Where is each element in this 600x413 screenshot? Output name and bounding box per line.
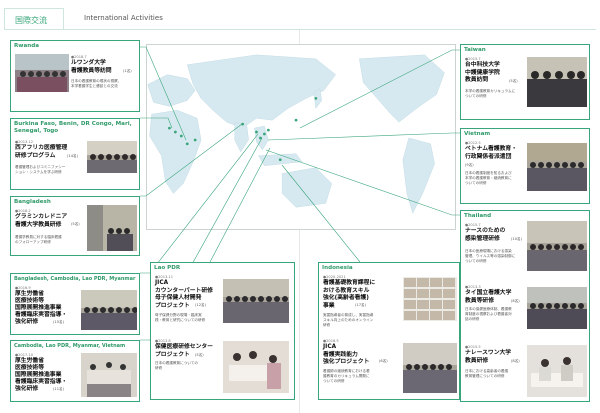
activity-photo (527, 345, 587, 397)
activity-description: 日本の保健医療体制、看護教 育制度の視察および看護者対 話の研修 (465, 307, 512, 321)
map-asia (186, 54, 336, 129)
activity-date: ●2015.7 (465, 223, 481, 227)
activity-title: 台中科技大学 中護健康学院 教員訪問 (465, 62, 500, 84)
activity-date: ●2012.5 (465, 141, 481, 145)
activity-description: 看護師の継続教育における看 護教育のカリキュラム開発に ついての研修 (323, 369, 370, 383)
participant-count: (5名) (71, 222, 80, 226)
participant-count: (5名) (195, 353, 204, 357)
activity-date: ●2018.2 (15, 209, 31, 213)
card-thailand: Thailand ●2015.7 ナースのための 感染管理研修 (10名) 日本… (460, 210, 590, 402)
activity-photo (527, 287, 587, 329)
card-bangladesh-cambodia-lao-myanmar: Bangladesh, Cambodia, Lao PDR, Myanmar ●… (10, 273, 140, 335)
activity-photo (527, 57, 587, 107)
activity-description: 日本の看護制度を知るおよび 本学の看護教育・継続教育に ついての研修 (465, 171, 512, 185)
activity-title: ベトナム看護教育・ 行政関係者派遣団 (465, 146, 517, 160)
card-cambodia-lao-myanmar-vietnam: Cambodia, Lao PDR, Myanmar, Vietnam ●201… (10, 340, 140, 402)
world-map-graphic (147, 54, 445, 214)
activity-photo (15, 54, 69, 92)
activity-photo (527, 221, 587, 271)
activity-title: タイ国立看護大学 教員等研修 (465, 290, 512, 304)
activity-photo (81, 353, 137, 397)
activity-date: ●2017.10 (15, 353, 33, 357)
activity-description: 実習指導者の育成し、実習指導 スキル向上のためのオンライン 研修 (323, 313, 374, 327)
activity-date: ●2015.5 (465, 345, 481, 349)
card-taiwan: Taiwan ●2015.7 台中科技大学 中護健康学院 教員訪問 (5名) 本… (460, 44, 590, 120)
map-south-america (402, 137, 435, 214)
activity-date: ●2020-2021 (323, 275, 346, 279)
activity-date: ●2013.12 (15, 140, 33, 144)
activity-date: ●2016.9 (15, 286, 31, 290)
activity-date: ●2013.8 (155, 339, 171, 343)
activity-date: ●2013.3 (465, 285, 481, 289)
map-india (234, 121, 249, 153)
participant-count: (1名) (123, 69, 132, 73)
country-name: Indonesia (322, 265, 353, 271)
activity-photo (81, 290, 137, 330)
activity-title: 保健医療研修センター プロジェクト (155, 344, 213, 358)
participant-count: (14名) (67, 154, 78, 158)
world-map (146, 44, 456, 230)
header-title-en: International Activities (84, 14, 163, 22)
activity-description: 看護学教員に対する臨床看護 のフォローアップ研修 (15, 235, 62, 244)
activity-description: 母子保健分野の現場・臨床実 践・教育と研究についての研修 (155, 313, 206, 322)
participant-count: (6名) (379, 359, 388, 363)
activity-title: ナレースワン大学 教員研修 (465, 350, 512, 364)
card-lao-pdr: Lao PDR ●2013.11 JICA カウンターパート研修 母子保健人材開… (150, 262, 295, 400)
activity-description: 日本の医療現場における感染 管理、ウイルス等の感染制御に ついての研修 (465, 249, 516, 263)
card-west-africa: Burkina Faso, Benin, DR Congo, Mari, Sen… (10, 118, 140, 190)
activity-photo (87, 141, 137, 173)
activity-description: 本学の看護教育カリキュラムに ついての研修 (465, 89, 516, 98)
country-name: Lao PDR (154, 265, 181, 271)
activity-title: 看護基礎教育課程に おける教育スキル 強化(高齢者看護) 事業 (323, 280, 376, 309)
card-rwanda: Rwanda ●2018.7 ルワンダ大学 看護教員等訪問 (1名) 日本の看護… (10, 40, 140, 112)
card-indonesia: Indonesia ●2020-2021 看護基礎教育課程に おける教育スキル … (318, 262, 460, 400)
activity-photo-online-grid (403, 277, 457, 321)
participant-count: (10名) (511, 237, 522, 241)
map-australia (281, 167, 332, 208)
participant-count: (5名) (509, 79, 518, 83)
participant-count: (11名) (53, 387, 64, 391)
activity-title: ナースのための 感染管理研修 (465, 228, 506, 242)
participant-count: (8名) (511, 359, 520, 363)
activity-photo (527, 143, 587, 191)
activity-photo (223, 341, 289, 393)
activity-date: ●2015.7 (465, 57, 481, 61)
country-name: Rwanda (14, 43, 40, 49)
activity-title: 西アフリカ医療管理 研修プログラム (15, 145, 68, 159)
activity-title: グラミンカレドニア 看護大学教員研修 (15, 214, 68, 228)
page-header: 国際交流 International Activities (4, 8, 596, 30)
activity-date: ●2013.11 (155, 275, 173, 279)
country-name: Thailand (464, 213, 492, 219)
activity-photo (403, 343, 457, 393)
activity-description: 日本における高齢者の看護 教育管理についての研修 (465, 369, 509, 378)
country-name: Taiwan (464, 47, 486, 53)
activity-photo (87, 205, 137, 251)
country-name: Burkina Faso, Benin, DR Congo, Mari, Sen… (14, 121, 132, 134)
activity-title: ルワンダ大学 看護教員等訪問 (71, 60, 112, 74)
activity-date: ●2018.7 (71, 55, 87, 59)
map-africa (149, 110, 202, 194)
card-vietnam: Vietnam ●2012.5 ベトナム看護教育・ 行政関係者派遣団 (9名) … (460, 128, 590, 204)
participant-count: (15名) (53, 320, 64, 324)
activity-date: ●2016.5 (323, 339, 339, 343)
country-name: Bangladesh, Cambodia, Lao PDR, Myanmar (14, 276, 136, 282)
activity-description: 日本の看護教育についての 研修 (155, 361, 199, 370)
country-name: Vietnam (464, 131, 491, 137)
participant-count: (17名) (355, 303, 366, 307)
activity-description: 看護管理およびコミニファシー ション・システムを学ぶ研修 (15, 165, 66, 174)
country-name: Bangladesh (14, 199, 51, 205)
brochure-page: 国際交流 International Activities Rwanda ●20… (0, 0, 600, 413)
activity-description: 日本の看護教育の現状の視察、 本学看護学生と懇談との交流 (71, 79, 122, 88)
participant-count: (8名) (511, 299, 520, 303)
map-europe (147, 74, 196, 107)
card-bangladesh: Bangladesh ●2018.2 グラミンカレドニア 看護大学教員研修 (5… (10, 196, 140, 256)
country-name: Cambodia, Lao PDR, Myanmar, Vietnam (14, 343, 126, 349)
map-north-america (359, 54, 445, 123)
activity-photo (223, 279, 289, 323)
header-title-jp: 国際交流 (15, 16, 47, 25)
activity-title: JICA 看護実践能力 強化プロジェクト (323, 344, 370, 366)
header-label-box: 国際交流 (4, 8, 64, 30)
participant-count: (12名) (195, 303, 206, 307)
participant-count: (9名) (465, 163, 474, 167)
